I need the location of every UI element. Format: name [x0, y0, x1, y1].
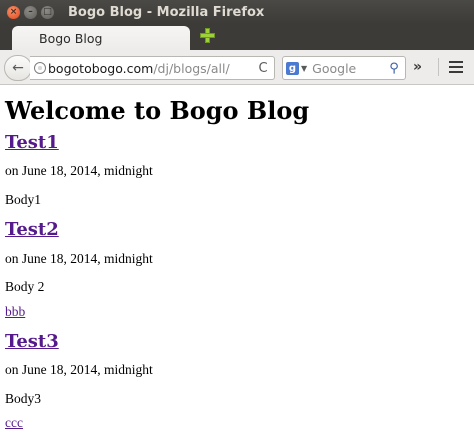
reload-icon: C: [258, 60, 268, 76]
post-date: on June 18, 2014, midnight: [5, 362, 153, 378]
search-input[interactable]: Google: [312, 61, 386, 76]
post-tag-link[interactable]: bbb: [5, 303, 469, 321]
post-title-link[interactable]: Test2: [5, 219, 59, 240]
page-title: Welcome to Bogo Blog: [5, 96, 310, 125]
minimize-window-button[interactable]: –: [24, 5, 37, 19]
navigation-toolbar: ← bogotobogo.com/dj/blogs/all/ C g ▼ Goo…: [0, 50, 474, 85]
close-window-button[interactable]: ×: [7, 5, 20, 19]
post-date: on June 18, 2014, midnight: [5, 163, 153, 179]
post-title-link[interactable]: Test3: [5, 331, 59, 352]
post-title-link[interactable]: Test1: [5, 132, 59, 153]
new-tab-plus-icon[interactable]: [200, 28, 215, 43]
post-date: on June 18, 2014, midnight: [5, 250, 153, 266]
back-arrow-icon: ←: [12, 60, 24, 76]
post-title: Test3: [5, 331, 469, 354]
maximize-window-button[interactable]: □: [41, 5, 54, 19]
toolbar-divider: [438, 58, 439, 76]
post-tag-link[interactable]: ccc: [5, 414, 469, 432]
tab-label: Bogo Blog: [39, 30, 103, 46]
tab-bogo-blog[interactable]: Bogo Blog: [12, 26, 190, 50]
google-engine-icon[interactable]: g: [286, 61, 299, 75]
blog-post: Test3 on June 18, 2014, midnight Body3 c…: [5, 331, 469, 432]
post-body: Body1: [5, 191, 42, 207]
window-titlebar: × – □ Bogo Blog - Mozilla Firefox: [0, 0, 474, 24]
reload-button[interactable]: C: [254, 61, 272, 76]
post-title: Test2: [5, 219, 469, 242]
chevron-down-icon[interactable]: ▼: [301, 64, 307, 73]
post-body: Body3: [5, 390, 42, 406]
overflow-chevron-icon[interactable]: »: [413, 59, 422, 75]
url-bar[interactable]: bogotobogo.com/dj/blogs/all/ C: [30, 56, 275, 80]
page-content: Welcome to Bogo Blog Test1 on June 18, 2…: [0, 96, 474, 432]
tab-strip: Bogo Blog: [0, 24, 474, 50]
search-icon[interactable]: ⚲: [386, 61, 402, 76]
post-body: Body 2: [5, 279, 45, 295]
blog-post: Test2 on June 18, 2014, midnight Body 2 …: [5, 219, 469, 320]
search-box[interactable]: g ▼ Google ⚲: [282, 56, 406, 80]
url-host: bogotobogo.com: [48, 60, 154, 76]
blog-post: Test1 on June 18, 2014, midnight Body1: [5, 132, 469, 209]
minimize-icon: –: [28, 6, 33, 17]
globe-icon: [34, 62, 46, 74]
close-icon: ×: [9, 6, 18, 17]
url-path: /dj/blogs/all/: [153, 60, 230, 76]
maximize-icon: □: [43, 6, 52, 17]
back-button[interactable]: ←: [4, 55, 32, 81]
window-controls: × – □: [7, 5, 54, 19]
hamburger-menu-icon[interactable]: [449, 61, 463, 73]
post-title: Test1: [5, 132, 469, 155]
window-title: Bogo Blog - Mozilla Firefox: [68, 4, 265, 20]
